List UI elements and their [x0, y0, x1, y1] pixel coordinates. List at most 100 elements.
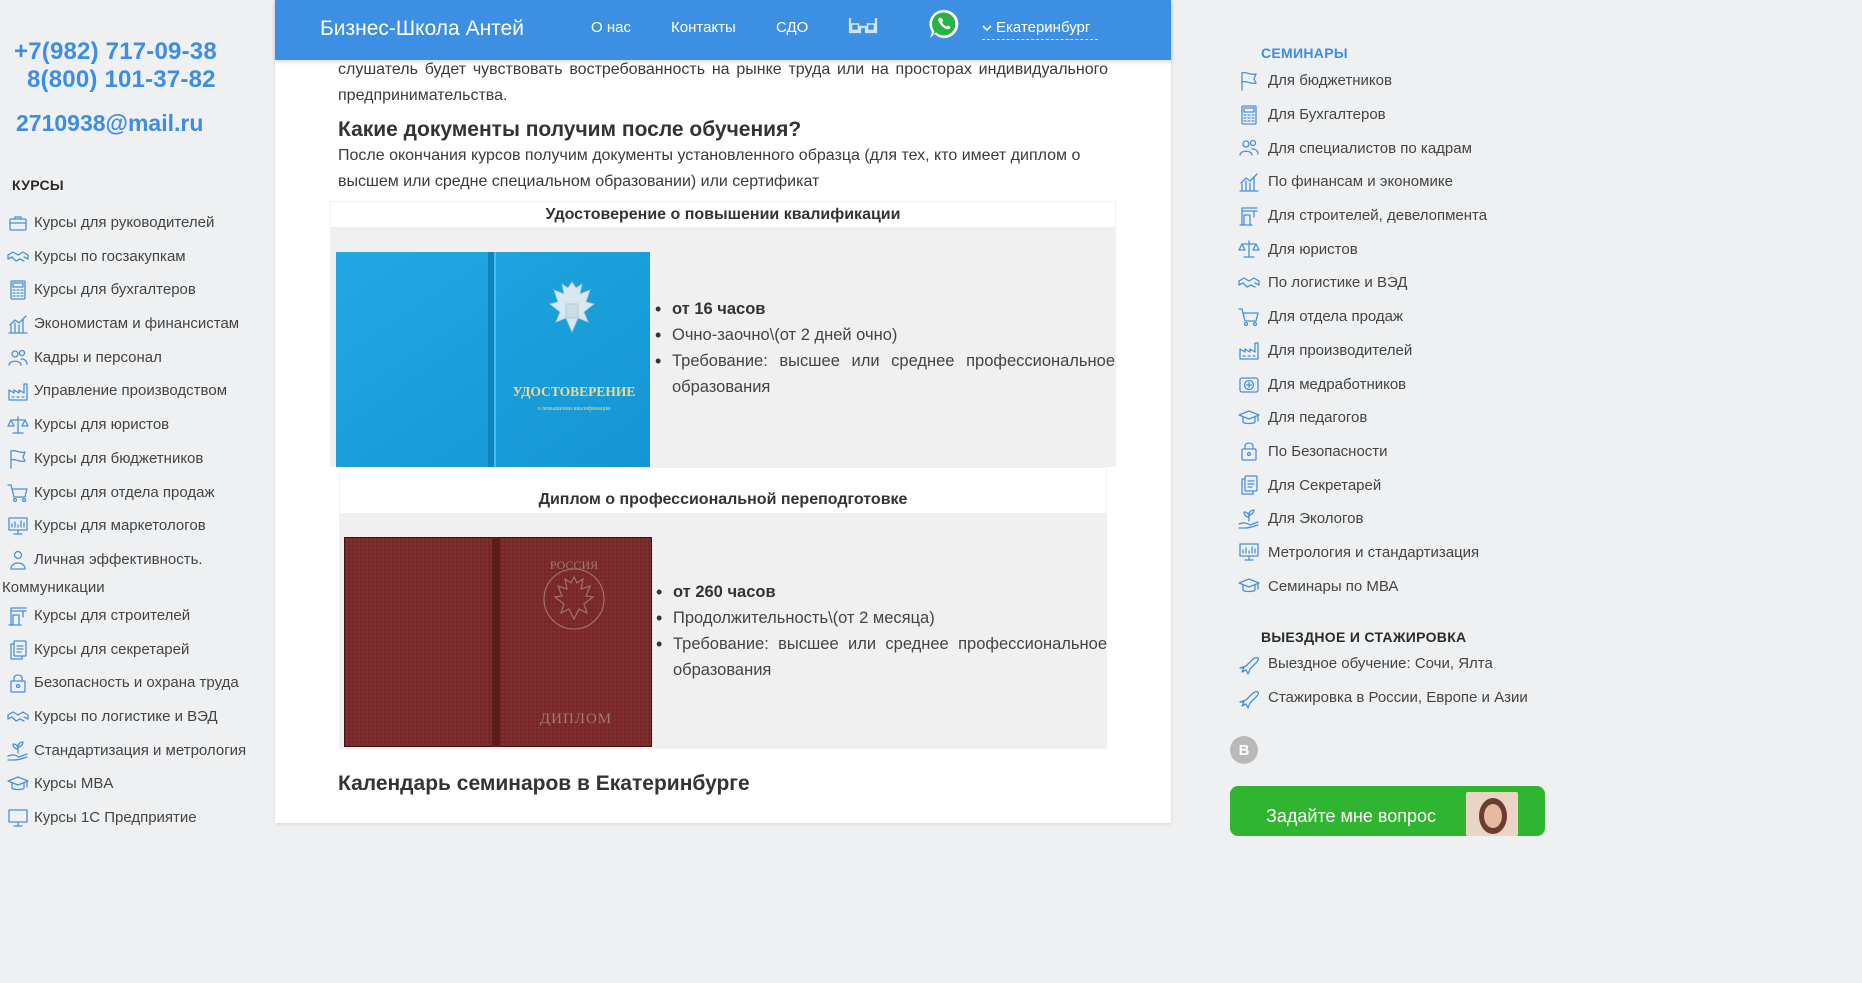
- seminar-menu-item-label: Для педагогов: [1268, 409, 1368, 427]
- phone-number-1[interactable]: +7(982) 717-09-38: [14, 38, 217, 66]
- course-menu-item-label: Курсы для строителей: [34, 606, 191, 624]
- hours-item: от 260 часов: [656, 579, 1107, 605]
- seminar-menu-item[interactable]: Для Секретарей: [1238, 468, 1487, 502]
- course-menu-item[interactable]: Курсы по логистике и ВЭД: [0, 706, 274, 740]
- graduation-cap-icon: [1238, 407, 1260, 429]
- course-menu-item-label: Кадры и персонал: [34, 348, 162, 366]
- course-menu-item-label-continued: Коммуникации: [2, 578, 105, 596]
- seminar-menu-item-label: Семинары по МВА: [1268, 577, 1399, 595]
- people-icon: [7, 347, 29, 369]
- seminar-menu-item-label: Для юристов: [1268, 240, 1358, 258]
- trip-menu-item[interactable]: Стажировка в России, Европе и Азии: [1238, 681, 1528, 715]
- course-menu-item-label: Курсы по госзакупкам: [34, 247, 186, 265]
- handshake-icon: [7, 246, 29, 268]
- nav-lms[interactable]: СДО: [776, 19, 808, 36]
- accessibility-glasses-icon[interactable]: [848, 15, 878, 42]
- course-menu-item[interactable]: Курсы для бухгалтеров: [0, 279, 274, 313]
- requirement-item: Требование: высшее или среднее профессио…: [655, 348, 1115, 400]
- phone-number-2[interactable]: 8(800) 101-37-82: [27, 66, 216, 94]
- diploma-cover-image: РОССИЯ ДИПЛОМ: [343, 536, 653, 748]
- course-menu-item-label: Курсы для бухгалтеров: [34, 281, 196, 299]
- trip-menu-item[interactable]: Выездное обучение: Сочи, Ялта: [1238, 647, 1528, 681]
- documents-icon: [1238, 474, 1260, 496]
- seminar-menu-item[interactable]: Для производителей: [1238, 334, 1487, 368]
- course-menu-item[interactable]: Курсы для секретарей: [0, 639, 274, 673]
- ask-question-button[interactable]: Задайте мне вопрос: [1230, 786, 1545, 836]
- courses-section-title: КУРСЫ: [12, 177, 64, 193]
- mode-item: Продолжительность\(от 2 месяца): [656, 605, 1107, 631]
- seminar-menu-item[interactable]: Для педагогов: [1238, 401, 1487, 435]
- course-menu-item[interactable]: Кадры и персонал: [0, 347, 274, 381]
- seminar-menu-item[interactable]: Метрология и стандартизация: [1238, 536, 1487, 570]
- nav-contacts[interactable]: Контакты: [671, 19, 736, 36]
- vk-icon[interactable]: В: [1230, 736, 1258, 764]
- seminar-menu-item[interactable]: Семинары по МВА: [1238, 569, 1487, 603]
- consultant-avatar: [1466, 792, 1518, 836]
- monitor-icon: [7, 807, 29, 829]
- email-link[interactable]: 2710938@mail.ru: [16, 110, 203, 137]
- course-menu-item[interactable]: Управление производством: [0, 380, 274, 414]
- seminar-menu-item[interactable]: Для медработников: [1238, 367, 1487, 401]
- hours-item: от 16 часов: [655, 296, 1115, 322]
- city-selector[interactable]: Екатеринбург: [982, 19, 1098, 40]
- seminar-menu-item[interactable]: Для Экологов: [1238, 502, 1487, 536]
- seminar-menu-item-label: Для медработников: [1268, 375, 1407, 393]
- seminar-menu-item[interactable]: Для отдела продаж: [1238, 300, 1487, 334]
- diploma-title: Диплом о профессиональной переподготовке: [340, 468, 1106, 513]
- course-menu-item[interactable]: Стандартизация и метрология: [0, 740, 274, 774]
- seminar-menu-item-label: По Безопасности: [1268, 442, 1388, 460]
- course-menu-item[interactable]: Курсы для юристов: [0, 414, 274, 448]
- course-menu-item[interactable]: Личная эффективность. Коммуникации: [0, 549, 274, 605]
- seminar-menu-item[interactable]: Для бюджетников: [1238, 64, 1487, 98]
- seminar-menu-item[interactable]: Для юристов: [1238, 232, 1487, 266]
- cover-title: УДОСТОВЕРЕНИЕ: [513, 384, 636, 399]
- seminar-menu-item[interactable]: По финансам и экономике: [1238, 165, 1487, 199]
- course-menu-item[interactable]: Курсы MBA: [0, 773, 274, 807]
- course-menu-item[interactable]: Безопасность и охрана труда: [0, 672, 274, 706]
- documents-icon: [7, 639, 29, 661]
- course-menu-item[interactable]: Курсы для строителей: [0, 605, 274, 639]
- course-menu-item[interactable]: Курсы для бюджетников: [0, 448, 274, 482]
- courses-menu: Курсы для руководителей Курсы по госзакуп…: [0, 212, 274, 841]
- seminar-menu-item[interactable]: Для Бухгалтеров: [1238, 98, 1487, 132]
- intro-paragraph: слушатель будет чувствовать востребованн…: [338, 61, 1108, 104]
- cart-icon: [1238, 306, 1260, 328]
- seminar-menu-item-label: Для Экологов: [1268, 510, 1364, 528]
- nav-about[interactable]: О нас: [591, 19, 631, 36]
- course-menu-item[interactable]: Курсы для отдела продаж: [0, 482, 274, 516]
- course-menu-item[interactable]: Экономистам и финансистам: [0, 313, 274, 347]
- lock-icon: [7, 672, 29, 694]
- calendar-heading: Календарь семинаров в Екатеринбурге: [338, 772, 750, 795]
- certificate-details: от 16 часов Очно-заочно\(от 2 дней очно)…: [655, 296, 1115, 400]
- people-icon: [1238, 137, 1260, 159]
- brand-logo-text[interactable]: Бизнес-Школа Антей: [320, 17, 524, 41]
- cart-icon: [7, 482, 29, 504]
- course-menu-item[interactable]: Курсы для руководителей: [0, 212, 274, 246]
- trips-menu: Выездное обучение: Сочи, Ялта Стажировка …: [1238, 647, 1528, 714]
- course-menu-item[interactable]: Курсы по госзакупкам: [0, 246, 274, 280]
- chart-icon: [1238, 171, 1260, 193]
- seminar-menu-item-label: Для строителей, девелопмента: [1268, 207, 1488, 225]
- course-menu-item[interactable]: Курсы для маркетологов: [0, 515, 274, 549]
- course-menu-item-label: Управление производством: [34, 382, 228, 400]
- ask-question-label: Задайте мне вопрос: [1266, 806, 1436, 826]
- presentation-icon: [1238, 541, 1260, 563]
- right-sidebar: СЕМИНАРЫ Для бюджетников Для Бухгалтеров Д…: [1230, 0, 1568, 836]
- course-menu-item[interactable]: Курсы 1С Предприятие: [0, 807, 274, 841]
- calculator-icon: [7, 279, 29, 301]
- whatsapp-icon[interactable]: [928, 8, 960, 40]
- seminar-menu-item[interactable]: Для строителей, девелопмента: [1238, 199, 1487, 233]
- scales-icon: [7, 414, 29, 436]
- diploma-details: от 260 часов Продолжительность\(от 2 мес…: [656, 579, 1107, 683]
- seminar-menu-item[interactable]: По логистике и ВЭД: [1238, 266, 1487, 300]
- seminar-menu-item-label: По финансам и экономике: [1268, 173, 1453, 191]
- course-menu-item-label: Курсы для бюджетников: [34, 449, 204, 467]
- cover-title: ДИПЛОМ: [540, 711, 612, 727]
- seminar-menu-item[interactable]: По Безопасности: [1238, 435, 1487, 469]
- chart-icon: [7, 313, 29, 335]
- seminar-menu-item-label: Для специалистов по кадрам: [1268, 139, 1472, 157]
- seminar-menu-item[interactable]: Для специалистов по кадрам: [1238, 131, 1487, 165]
- person-icon: [7, 549, 29, 571]
- course-menu-item-label: Курсы для юристов: [34, 416, 170, 434]
- plane-icon: [1238, 653, 1260, 675]
